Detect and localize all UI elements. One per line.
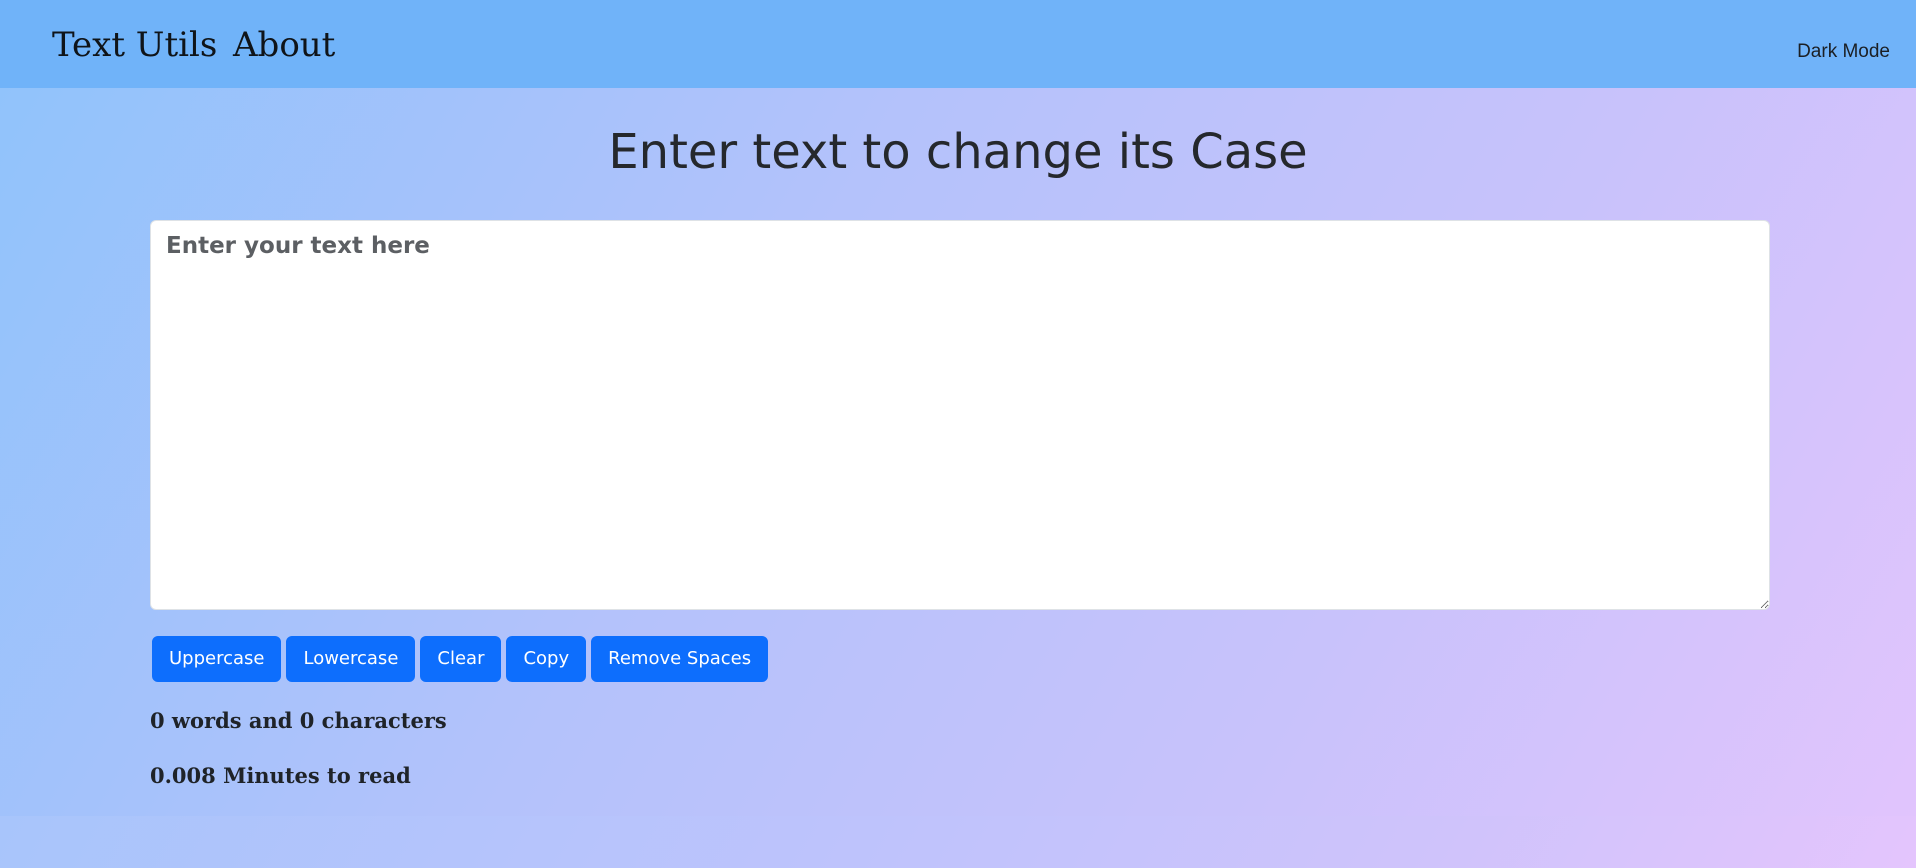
nav-about-link[interactable]: About: [233, 28, 335, 62]
page-footer-strip: [0, 816, 1916, 868]
dark-mode-toggle[interactable]: Dark Mode: [1797, 41, 1890, 63]
clear-button[interactable]: Clear: [420, 636, 502, 682]
word-char-count: 0 words and 0 characters: [150, 708, 447, 733]
action-buttons: Uppercase Lowercase Clear Copy Remove Sp…: [152, 636, 769, 682]
copy-button[interactable]: Copy: [506, 636, 587, 682]
main-content: Enter text to change its Case Uppercase …: [0, 88, 1916, 816]
lowercase-button[interactable]: Lowercase: [286, 636, 416, 682]
remove-spaces-button[interactable]: Remove Spaces: [591, 636, 769, 682]
page-title: Enter text to change its Case: [608, 124, 1308, 180]
navbar: Text Utils About Dark Mode: [0, 0, 1916, 88]
text-input[interactable]: [150, 220, 1770, 610]
uppercase-button[interactable]: Uppercase: [152, 636, 282, 682]
brand-link[interactable]: Text Utils: [52, 28, 217, 62]
read-time: 0.008 Minutes to read: [150, 763, 411, 788]
